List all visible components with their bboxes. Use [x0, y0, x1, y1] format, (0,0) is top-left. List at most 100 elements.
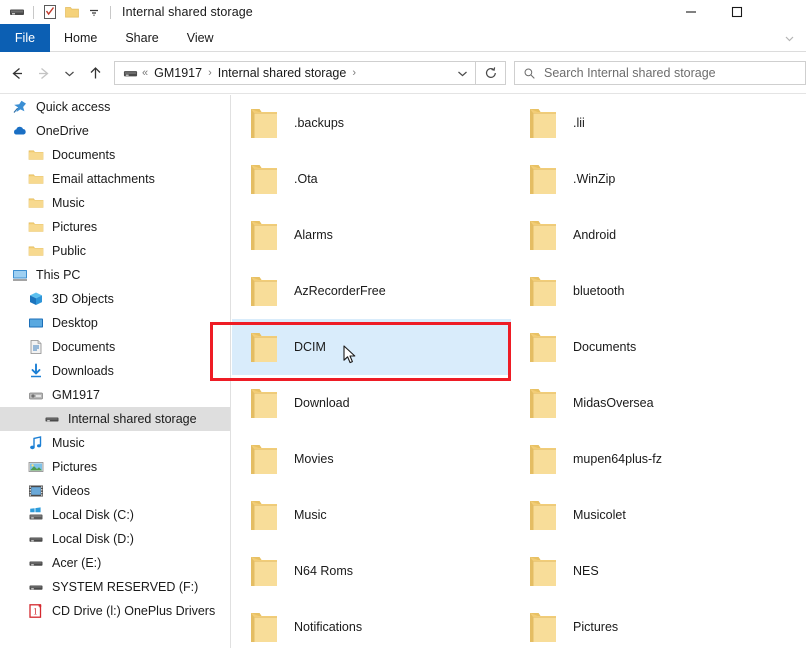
sidebar-item-label: Email attachments: [52, 172, 155, 186]
sidebar-item-gm1917[interactable]: GM1917: [0, 383, 230, 407]
file-item-label: Pictures: [573, 620, 619, 634]
file-item-label: Documents: [573, 340, 637, 354]
sidebar-item-public[interactable]: Public: [0, 239, 230, 263]
sidebar-item-label: Desktop: [52, 316, 98, 330]
refresh-icon[interactable]: [476, 61, 506, 85]
folder-icon: [26, 217, 46, 237]
file-item-label: Musicolet: [573, 508, 626, 522]
sidebar-item-label: Documents: [52, 148, 116, 162]
folder-icon: [249, 159, 283, 199]
navigation-pane[interactable]: Quick access OneDrive Documents Email attac…: [0, 95, 231, 648]
sidebar-item-local-disk-d[interactable]: Local Disk (D:): [0, 527, 230, 551]
file-item[interactable]: Android: [511, 207, 790, 263]
drive-icon[interactable]: [6, 1, 28, 23]
properties-checkbox-icon[interactable]: [39, 1, 61, 23]
folder-icon: [26, 169, 46, 189]
breadcrumb-item-device[interactable]: GM1917: [151, 66, 205, 80]
video-icon: [26, 481, 46, 501]
new-folder-icon[interactable]: [61, 1, 83, 23]
file-item[interactable]: AzRecorderFree: [232, 263, 511, 319]
file-item[interactable]: Notifications: [232, 599, 511, 648]
folder-icon: [528, 271, 562, 311]
file-list-pane[interactable]: .backups .lii .Ota .WinZip Alarms Androi…: [232, 95, 806, 648]
sidebar-item-this-pc[interactable]: This PC: [0, 263, 230, 287]
folder-icon: [249, 215, 283, 255]
up-arrow-icon[interactable]: [82, 58, 108, 88]
file-item[interactable]: .Ota: [232, 151, 511, 207]
folder-icon: [528, 103, 562, 143]
folder-icon: [528, 495, 562, 535]
sidebar-item-local-disk-c[interactable]: Local Disk (C:): [0, 503, 230, 527]
file-item[interactable]: bluetooth: [511, 263, 790, 319]
sidebar-item-email-attachments[interactable]: Email attachments: [0, 167, 230, 191]
file-item[interactable]: N64 Roms: [232, 543, 511, 599]
file-item[interactable]: Pictures: [511, 599, 790, 648]
search-input[interactable]: Search Internal shared storage: [514, 61, 806, 85]
sidebar-item-system-reserved-f[interactable]: SYSTEM RESERVED (F:): [0, 575, 230, 599]
chevron-down-icon[interactable]: [778, 24, 800, 52]
folder-icon: [249, 103, 283, 143]
file-item[interactable]: Movies: [232, 431, 511, 487]
breadcrumb-overflow[interactable]: «: [139, 67, 151, 79]
sidebar-item-music[interactable]: Music: [0, 431, 230, 455]
sidebar-item-desktop[interactable]: Desktop: [0, 311, 230, 335]
folder-icon: [528, 215, 562, 255]
document-icon: [26, 337, 46, 357]
breadcrumb-item-current[interactable]: Internal shared storage: [215, 66, 350, 80]
mouse-pointer-icon: [343, 345, 358, 371]
file-item-label: Notifications: [294, 620, 363, 634]
sidebar-item-cd-drive-l-oneplus-drivers[interactable]: 1 CD Drive (l:) OnePlus Drivers: [0, 599, 230, 623]
sidebar-item-pictures[interactable]: Pictures: [0, 215, 230, 239]
sidebar-item-documents[interactable]: Documents: [0, 335, 230, 359]
file-item[interactable]: Alarms: [232, 207, 511, 263]
tab-view[interactable]: View: [173, 24, 228, 52]
toolbar-divider-2: [110, 5, 111, 19]
cube-icon: [26, 289, 46, 309]
sidebar-item-label: SYSTEM RESERVED (F:): [52, 580, 199, 594]
sidebar-item-pictures[interactable]: Pictures: [0, 455, 230, 479]
drive-icon: [26, 529, 46, 549]
folder-icon: [249, 383, 283, 423]
breadcrumb-separator-2[interactable]: ›: [349, 67, 359, 79]
sidebar-item-3d-objects[interactable]: 3D Objects: [0, 287, 230, 311]
file-item[interactable]: .backups: [232, 95, 511, 151]
breadcrumb-separator[interactable]: ›: [205, 67, 215, 79]
sidebar-item-label: This PC: [36, 268, 81, 282]
sidebar-item-documents[interactable]: Documents: [0, 143, 230, 167]
file-item[interactable]: Download: [232, 375, 511, 431]
cd-drive-icon: 1: [26, 601, 46, 621]
file-item[interactable]: .lii: [511, 95, 790, 151]
pin-star-icon: [10, 97, 30, 117]
minimize-button[interactable]: [668, 0, 714, 24]
maximize-button[interactable]: [714, 0, 760, 24]
file-item[interactable]: .WinZip: [511, 151, 790, 207]
sidebar-item-downloads[interactable]: Downloads: [0, 359, 230, 383]
tab-file[interactable]: File: [0, 24, 50, 52]
sidebar-item-label: Music: [52, 196, 85, 210]
back-arrow-icon[interactable]: [4, 58, 30, 88]
file-item[interactable]: MidasOversea: [511, 375, 790, 431]
customize-chevron-icon[interactable]: [83, 1, 105, 23]
sidebar-item-videos[interactable]: Videos: [0, 479, 230, 503]
file-item[interactable]: Musicolet: [511, 487, 790, 543]
file-item[interactable]: mupen64plus-fz: [511, 431, 790, 487]
folder-icon: [528, 551, 562, 591]
sidebar-item-internal-shared-storage[interactable]: Internal shared storage: [0, 407, 230, 431]
sidebar-item-quick-access[interactable]: Quick access: [0, 95, 230, 119]
sidebar-item-acer-e[interactable]: Acer (E:): [0, 551, 230, 575]
sidebar-item-label: Documents: [52, 340, 116, 354]
sidebar-item-onedrive[interactable]: OneDrive: [0, 119, 230, 143]
tab-share[interactable]: Share: [111, 24, 172, 52]
close-button[interactable]: [760, 0, 806, 24]
file-item[interactable]: DCIM: [232, 319, 511, 375]
file-item[interactable]: NES: [511, 543, 790, 599]
file-item[interactable]: Music: [232, 487, 511, 543]
file-item[interactable]: Documents: [511, 319, 790, 375]
sidebar-item-music[interactable]: Music: [0, 191, 230, 215]
sidebar-item-label: Videos: [52, 484, 90, 498]
chevron-down-icon[interactable]: [456, 67, 471, 80]
file-item-label: Android: [573, 228, 617, 242]
recent-locations-chevron-icon[interactable]: [56, 58, 82, 88]
breadcrumb[interactable]: « GM1917 › Internal shared storage ›: [114, 61, 476, 85]
tab-home[interactable]: Home: [50, 24, 111, 52]
